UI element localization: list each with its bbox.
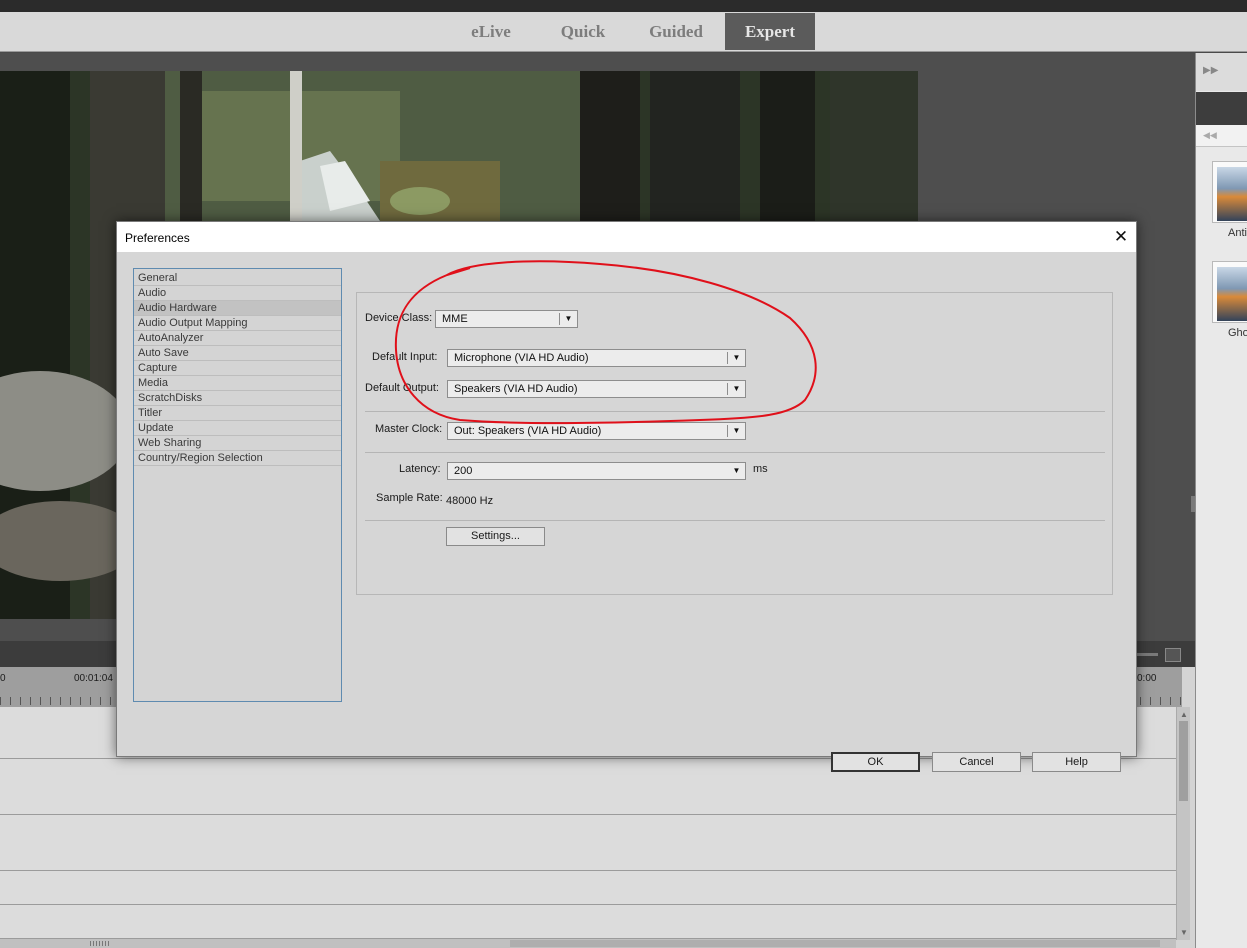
- timeline-track[interactable]: [0, 871, 1176, 905]
- category-titler[interactable]: Titler: [134, 406, 341, 421]
- master-clock-label: Master Clock:: [375, 423, 443, 435]
- category-audio[interactable]: Audio: [134, 286, 341, 301]
- sample-rate-label: Sample Rate:: [376, 492, 443, 504]
- mode-tab-guided[interactable]: Guided: [636, 13, 716, 50]
- dialog-titlebar[interactable]: Preferences ✕: [117, 222, 1136, 252]
- mode-bar: eLive Quick Guided Expert: [0, 12, 1247, 52]
- default-output-select[interactable]: Speakers (VIA HD Audio) ▼: [447, 380, 746, 398]
- rewind-icon[interactable]: ◀◀: [1203, 130, 1217, 141]
- right-panel-header: ▶▶: [1196, 53, 1247, 91]
- app-top-strip: [0, 0, 1247, 12]
- device-class-select[interactable]: MME ▼: [435, 310, 578, 328]
- device-class-value: MME: [442, 313, 468, 325]
- panel-resize-handle[interactable]: [1191, 496, 1195, 512]
- preferences-dialog: Preferences ✕ General Audio Audio Hardwa…: [116, 221, 1137, 772]
- media-thumbnail-icon: [1217, 267, 1247, 321]
- device-class-label: Device Class:: [365, 312, 433, 324]
- dropdown-arrow-icon[interactable]: ▼: [728, 423, 745, 439]
- preference-category-list[interactable]: General Audio Audio Hardware Audio Outpu…: [133, 268, 342, 702]
- cancel-button[interactable]: Cancel: [932, 752, 1021, 772]
- default-output-value: Speakers (VIA HD Audio): [454, 383, 578, 395]
- mode-tab-quick[interactable]: Quick: [548, 13, 618, 50]
- dropdown-arrow-icon[interactable]: ▼: [728, 463, 745, 479]
- mode-tab-elive[interactable]: eLive: [452, 13, 530, 50]
- timecode: 00:01:04: [74, 673, 113, 684]
- master-clock-select[interactable]: Out: Speakers (VIA HD Audio) ▼: [447, 422, 746, 440]
- latency-unit: ms: [753, 463, 768, 475]
- help-button[interactable]: Help: [1032, 752, 1121, 772]
- media-thumbnail-icon: [1217, 167, 1247, 221]
- scrollbar-thumb[interactable]: [510, 940, 1160, 947]
- sample-rate-value: 48000 Hz: [446, 495, 494, 507]
- audio-hardware-group: [356, 292, 1113, 595]
- category-audio-hardware[interactable]: Audio Hardware: [134, 301, 341, 316]
- mode-tab-expert[interactable]: Expert: [725, 13, 815, 50]
- scrollbar-grip[interactable]: [90, 941, 110, 946]
- ok-button[interactable]: OK: [831, 752, 920, 772]
- latency-label: Latency:: [399, 463, 441, 475]
- media-label-2: Gho: [1228, 327, 1247, 339]
- media-thumbnail-2[interactable]: [1212, 261, 1247, 323]
- right-panel-subbar: ◀◀: [1196, 125, 1247, 147]
- timeline-zoom-slider[interactable]: [1136, 653, 1158, 656]
- category-auto-save[interactable]: Auto Save: [134, 346, 341, 361]
- right-panel: ▶▶ ◀◀ Anti Gho: [1195, 53, 1247, 948]
- timeline-horizontal-scrollbar[interactable]: [0, 939, 1176, 948]
- panel-expand-icon[interactable]: ▶▶: [1203, 65, 1218, 76]
- scrollbar-thumb[interactable]: [1179, 721, 1188, 801]
- dialog-body: General Audio Audio Hardware Audio Outpu…: [117, 252, 1136, 772]
- section-divider: [365, 452, 1105, 453]
- category-autoanalyzer[interactable]: AutoAnalyzer: [134, 331, 341, 346]
- category-update[interactable]: Update: [134, 421, 341, 436]
- latency-select[interactable]: 200 ▼: [447, 462, 746, 480]
- right-panel-toolbar: [1196, 92, 1247, 125]
- category-scratchdisks[interactable]: ScratchDisks: [134, 391, 341, 406]
- section-divider: [365, 411, 1105, 412]
- timecode: 0: [0, 673, 6, 684]
- timeline-vertical-scrollbar[interactable]: ▲ ▼: [1176, 707, 1190, 940]
- timecode: 0:00: [1137, 673, 1157, 684]
- timeline-track[interactable]: [0, 815, 1176, 871]
- scroll-down-icon[interactable]: ▼: [1180, 928, 1188, 937]
- category-country-region[interactable]: Country/Region Selection: [134, 451, 341, 466]
- default-input-select[interactable]: Microphone (VIA HD Audio) ▼: [447, 349, 746, 367]
- settings-button[interactable]: Settings...: [446, 527, 545, 546]
- dropdown-arrow-icon[interactable]: ▼: [728, 381, 745, 397]
- dialog-title: Preferences: [125, 231, 190, 245]
- master-clock-value: Out: Speakers (VIA HD Audio): [454, 425, 602, 437]
- dropdown-arrow-icon[interactable]: ▼: [728, 350, 745, 366]
- section-divider: [365, 520, 1105, 521]
- dropdown-arrow-icon[interactable]: ▼: [560, 311, 577, 327]
- default-input-label: Default Input:: [372, 351, 438, 363]
- timeline-track[interactable]: [0, 905, 1176, 939]
- latency-value: 200: [454, 465, 473, 477]
- category-media[interactable]: Media: [134, 376, 341, 391]
- category-audio-output-mapping[interactable]: Audio Output Mapping: [134, 316, 341, 331]
- default-input-value: Microphone (VIA HD Audio): [454, 352, 589, 364]
- timeline-zoom-button[interactable]: [1165, 648, 1181, 662]
- default-output-label: Default Output:: [365, 382, 439, 394]
- media-thumbnail-1[interactable]: [1212, 161, 1247, 223]
- media-label-1: Anti: [1228, 227, 1247, 239]
- category-general[interactable]: General: [134, 271, 341, 286]
- close-icon[interactable]: ✕: [1109, 226, 1133, 248]
- category-capture[interactable]: Capture: [134, 361, 341, 376]
- scroll-up-icon[interactable]: ▲: [1180, 710, 1188, 719]
- category-web-sharing[interactable]: Web Sharing: [134, 436, 341, 451]
